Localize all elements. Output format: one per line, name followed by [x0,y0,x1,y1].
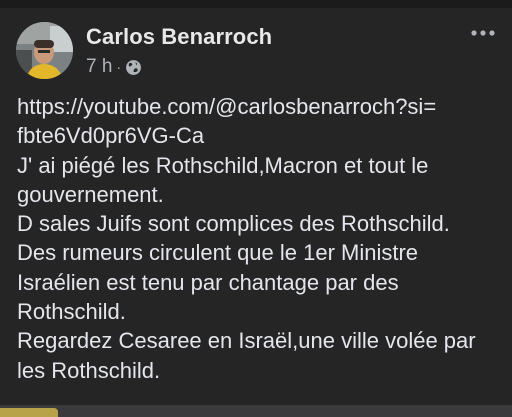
post-timestamp[interactable]: 7 h [86,56,112,78]
more-options-button[interactable] [468,26,498,40]
meta-separator: · [116,59,122,75]
post-text-line: D sales Juifs sont complices des Rothsch… [17,211,450,237]
bottom-accent [0,408,58,417]
post-text-line: gouvernement. [17,181,164,207]
bottom-strip [0,405,512,417]
post-text-line: Rothschild. [17,299,126,325]
post-text-line: J' ai piégé les Rothschild,Macron et tou… [17,152,429,178]
post-link-line[interactable]: fbte6Vd0pr6VG-Ca [17,121,503,150]
post-text-line: les Rothschild. [17,357,161,383]
top-bar [0,0,512,8]
avatar-photo [16,22,73,79]
post-text-line: Regardez Cesaree en Israël,une ville vol… [17,328,476,354]
post-meta: 7 h · [86,56,142,78]
post-text-line: Israélien est tenu par chantage par des [17,269,399,295]
post-text: https://youtube.com/@carlosbenarroch?si=… [17,92,503,385]
globe-icon[interactable] [125,59,142,76]
more-options-icon [471,30,495,36]
post-text-line: Des rumeurs circulent que le 1er Ministr… [17,240,419,266]
post-link-line[interactable]: https://youtube.com/@carlosbenarroch?si= [17,92,503,121]
author-avatar[interactable] [16,22,73,79]
author-name[interactable]: Carlos Benarroch [86,24,272,50]
